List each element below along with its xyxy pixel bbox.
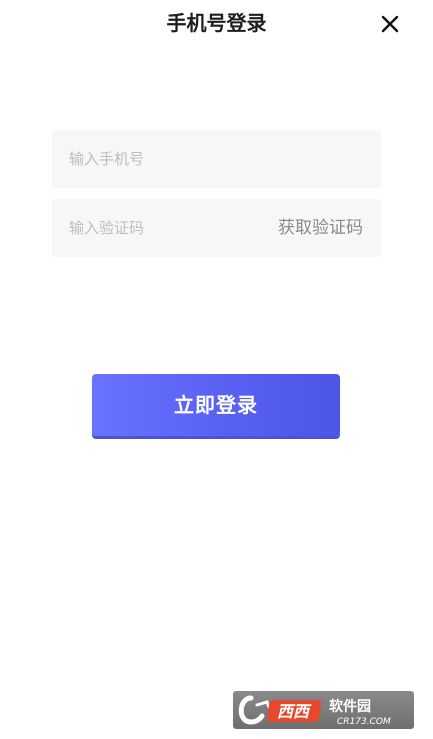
login-button[interactable]: 立即登录 [92, 374, 340, 436]
close-button[interactable] [372, 6, 408, 42]
svg-text:西西: 西西 [277, 702, 312, 721]
verification-code-field: 获取验证码 [52, 199, 381, 257]
phone-field [52, 130, 381, 188]
verification-code-input[interactable] [69, 199, 249, 257]
header: 手机号登录 [0, 0, 433, 48]
svg-text:CR173.COM: CR173.COM [337, 717, 391, 727]
close-icon [381, 15, 399, 33]
watermark-logo: 西西 软件园 CR173.COM [233, 691, 414, 729]
svg-text:软件园: 软件园 [329, 698, 371, 715]
get-code-button[interactable]: 获取验证码 [278, 199, 363, 257]
phone-input[interactable] [69, 130, 364, 188]
page-title: 手机号登录 [166, 11, 267, 35]
